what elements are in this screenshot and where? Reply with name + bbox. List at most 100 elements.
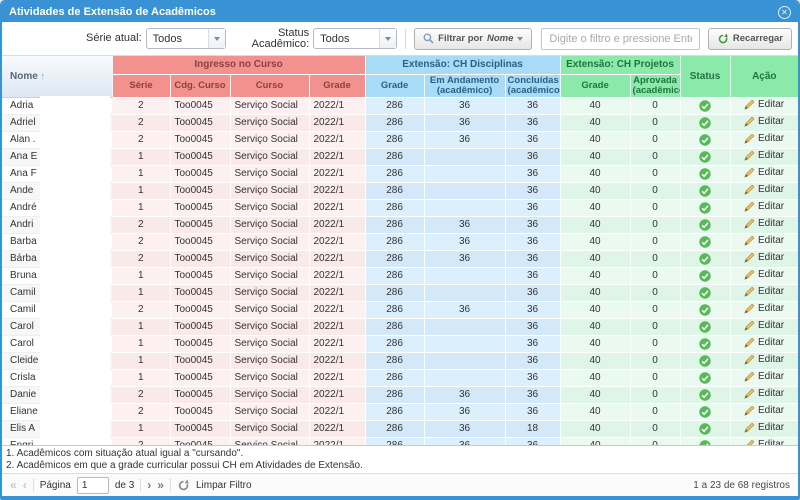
edit-button[interactable]: Editar — [744, 388, 784, 399]
serie-atual-label: Série atual: — [86, 33, 142, 44]
cell-grade: 2022/1 — [309, 97, 365, 114]
cell-serie: 2 — [112, 114, 170, 131]
cell-cdg-curso: Too0045 — [170, 386, 230, 403]
footnote-2: 2. Acadêmicos em que a grade curricular … — [6, 460, 794, 472]
edit-button[interactable]: Editar — [744, 422, 784, 433]
column-header-cdg-curso[interactable]: Cdg. Curso — [170, 74, 230, 97]
cell-ch-grade: 286 — [365, 420, 424, 437]
reload-button[interactable]: Recarregar — [708, 28, 792, 50]
close-icon[interactable]: ✕ — [778, 6, 791, 19]
edit-button[interactable]: Editar — [744, 439, 784, 447]
table-row[interactable]: Barba2Too0045Serviço Social2022/12863636… — [2, 233, 798, 250]
table-row[interactable]: Ana F1Too0045Serviço Social2022/12863640… — [2, 165, 798, 182]
serie-atual-select[interactable]: Todos — [146, 28, 226, 49]
table-row[interactable]: Cleide1Too0045Serviço Social2022/1286364… — [2, 352, 798, 369]
table-row[interactable]: Bruna1Too0045Serviço Social2022/12863640… — [2, 267, 798, 284]
cell-status — [680, 352, 730, 369]
column-header-grade-disciplinas[interactable]: Grade — [365, 74, 424, 97]
cell-status — [680, 131, 730, 148]
table-row[interactable]: Camil1Too0045Serviço Social2022/12863640… — [2, 284, 798, 301]
cell-acao: Editar — [730, 148, 798, 165]
edit-button[interactable]: Editar — [744, 337, 784, 348]
table-row[interactable]: Andri2Too0045Serviço Social2022/12863636… — [2, 216, 798, 233]
edit-button[interactable]: Editar — [744, 235, 784, 246]
window-title: Atividades de Extensão de Acadêmicos — [9, 6, 216, 18]
edit-button[interactable]: Editar — [744, 99, 784, 110]
column-header-grade-projetos[interactable]: Grade — [560, 74, 630, 97]
column-header-curso[interactable]: Curso — [230, 74, 309, 97]
cell-concluidas: 36 — [505, 199, 560, 216]
edit-button[interactable]: Editar — [744, 116, 784, 127]
cell-cdg-curso: Too0045 — [170, 199, 230, 216]
table-row[interactable]: Elis A1Too0045Serviço Social2022/1286361… — [2, 420, 798, 437]
edit-button[interactable]: Editar — [744, 133, 784, 144]
edit-button[interactable]: Editar — [744, 371, 784, 382]
cell-status — [680, 403, 730, 420]
window: Atividades de Extensão de Acadêmicos ✕ S… — [0, 0, 800, 500]
table-row[interactable]: Engri2Too0045Serviço Social2022/12863636… — [2, 437, 798, 446]
first-page-icon[interactable]: « — [10, 478, 17, 492]
status-academico-select[interactable]: Todos — [313, 28, 397, 49]
column-header-acao[interactable]: Ação — [730, 56, 798, 97]
edit-button[interactable]: Editar — [744, 201, 784, 212]
chevron-down-icon[interactable] — [379, 29, 396, 48]
check-circle-icon — [699, 355, 711, 367]
table-row[interactable]: Bárba2Too0045Serviço Social2022/12863636… — [2, 250, 798, 267]
table-row[interactable]: André1Too0045Serviço Social2022/12863640… — [2, 199, 798, 216]
edit-button[interactable]: Editar — [744, 252, 784, 263]
table-row[interactable]: Alan .2Too0045Serviço Social2022/1286363… — [2, 131, 798, 148]
column-header-aprovada[interactable]: Aprovada (acadêmico) — [630, 74, 680, 97]
previous-page-icon[interactable]: ‹ — [23, 478, 27, 492]
column-header-serie[interactable]: Série — [112, 74, 170, 97]
edit-button[interactable]: Editar — [744, 218, 784, 229]
table-row[interactable]: Ande1Too0045Serviço Social2022/128636400… — [2, 182, 798, 199]
cell-aprovada: 0 — [630, 403, 680, 420]
edit-button[interactable]: Editar — [744, 405, 784, 416]
cell-nome: Camil — [2, 284, 112, 301]
table-row[interactable]: Adriel2Too0045Serviço Social2022/1286363… — [2, 114, 798, 131]
cell-ch-grade: 286 — [365, 131, 424, 148]
check-circle-icon — [699, 202, 711, 214]
clear-filter-button[interactable]: Limpar Filtro — [196, 480, 252, 491]
table-row[interactable]: Danie2Too0045Serviço Social2022/12863636… — [2, 386, 798, 403]
edit-button[interactable]: Editar — [744, 320, 784, 331]
table-row[interactable]: Carol1Too0045Serviço Social2022/12863640… — [2, 318, 798, 335]
edit-button[interactable]: Editar — [744, 354, 784, 365]
edit-button[interactable]: Editar — [744, 184, 784, 195]
chevron-down-icon — [517, 37, 523, 41]
table-row[interactable]: Ana E1Too0045Serviço Social2022/12863640… — [2, 148, 798, 165]
cell-acao: Editar — [730, 369, 798, 386]
cell-ch-grade: 286 — [365, 165, 424, 182]
column-header-nome[interactable]: Nome ↑ — [2, 56, 112, 97]
page-number-input[interactable] — [77, 477, 109, 494]
column-header-status[interactable]: Status — [680, 56, 730, 97]
chevron-down-icon[interactable] — [208, 29, 225, 48]
cell-proj-grade: 40 — [560, 131, 630, 148]
edit-button[interactable]: Editar — [744, 269, 784, 280]
filter-text-input[interactable] — [541, 28, 699, 50]
cell-concluidas: 36 — [505, 131, 560, 148]
table-row[interactable]: Crisla1Too0045Serviço Social2022/1286364… — [2, 369, 798, 386]
last-page-icon[interactable]: » — [157, 478, 164, 492]
cell-grade: 2022/1 — [309, 233, 365, 250]
edit-button[interactable]: Editar — [744, 286, 784, 297]
column-header-grade-ingresso[interactable]: Grade — [309, 74, 365, 97]
cell-serie: 1 — [112, 199, 170, 216]
table-row[interactable]: Camil2Too0045Serviço Social2022/12863636… — [2, 301, 798, 318]
table-row[interactable]: Adria2Too0045Serviço Social2022/12863636… — [2, 97, 798, 114]
table-row[interactable]: Carol1Too0045Serviço Social2022/12863640… — [2, 335, 798, 352]
cell-acao: Editar — [730, 386, 798, 403]
next-page-icon[interactable]: › — [147, 478, 151, 492]
edit-button[interactable]: Editar — [744, 150, 784, 161]
cell-aprovada: 0 — [630, 233, 680, 250]
column-header-concluidas[interactable]: Concluídas (acadêmico) — [505, 74, 560, 97]
table-row[interactable]: Eliane2Too0045Serviço Social2022/1286363… — [2, 403, 798, 420]
filter-by-button[interactable]: Filtrar por Nome — [414, 28, 532, 50]
edit-button[interactable]: Editar — [744, 303, 784, 314]
edit-button[interactable]: Editar — [744, 167, 784, 178]
column-header-em-andamento[interactable]: Em Andamento (acadêmico) — [424, 74, 505, 97]
cell-nome: Ana F — [2, 165, 112, 182]
refresh-icon[interactable] — [177, 479, 190, 492]
check-circle-icon — [699, 134, 711, 146]
cell-cdg-curso: Too0045 — [170, 182, 230, 199]
